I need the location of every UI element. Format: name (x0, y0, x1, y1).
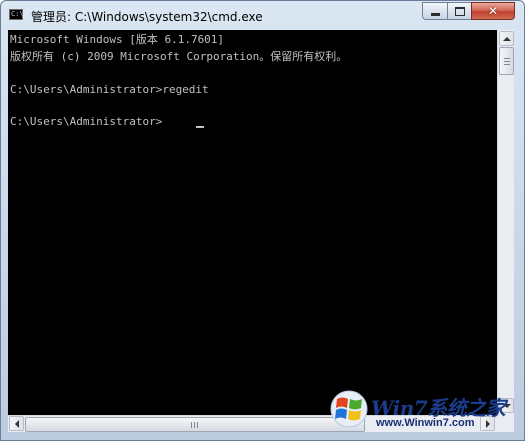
console-line: Microsoft Windows [版本 6.1.7601] (10, 33, 225, 46)
window-title: 管理员: C:\Windows\system32\cmd.exe (31, 10, 263, 24)
close-icon: ✕ (487, 4, 499, 18)
thumb-grip (504, 64, 510, 65)
vertical-scrollbar[interactable] (497, 30, 514, 415)
text-cursor (196, 126, 204, 128)
thumb-grip (504, 61, 510, 62)
maximize-icon (454, 6, 465, 16)
title-bar[interactable]: C:\ 管理员: C:\Windows\system32\cmd.exe ✕ (1, 1, 524, 29)
console-output[interactable]: Microsoft Windows [版本 6.1.7601] 版权所有 (c)… (8, 30, 497, 415)
app-icon-text: C:\ (11, 10, 24, 18)
scroll-up-icon (502, 36, 511, 41)
close-button[interactable]: ✕ (471, 2, 515, 20)
minimize-icon (430, 12, 440, 16)
watermark-url: www.Winwin7.com (376, 417, 475, 429)
console-line: 版权所有 (c) 2009 Microsoft Corporation。保留所有… (10, 50, 348, 63)
thumb-grip (504, 58, 510, 59)
horizontal-scroll-thumb[interactable] (25, 417, 365, 432)
console-prompt: C:\Users\Administrator> (10, 115, 163, 128)
scroll-up-button[interactable] (499, 31, 514, 46)
scroll-left-icon (14, 419, 19, 428)
windows-logo-icon (330, 390, 368, 428)
minimize-button[interactable] (422, 2, 448, 20)
console-line: C:\Users\Administrator>regedit (10, 83, 209, 96)
thumb-grip (191, 422, 192, 428)
cmd-app-icon[interactable]: C:\ (9, 9, 24, 20)
vertical-scroll-thumb[interactable] (499, 47, 514, 75)
cmd-window: C:\ 管理员: C:\Windows\system32\cmd.exe ✕ M… (0, 0, 525, 441)
scroll-left-button[interactable] (9, 416, 24, 431)
thumb-grip (197, 422, 198, 428)
thumb-grip (194, 422, 195, 428)
site-watermark: Win7系统之家 www.Winwin7.com (326, 386, 522, 438)
maximize-button[interactable] (447, 2, 472, 20)
